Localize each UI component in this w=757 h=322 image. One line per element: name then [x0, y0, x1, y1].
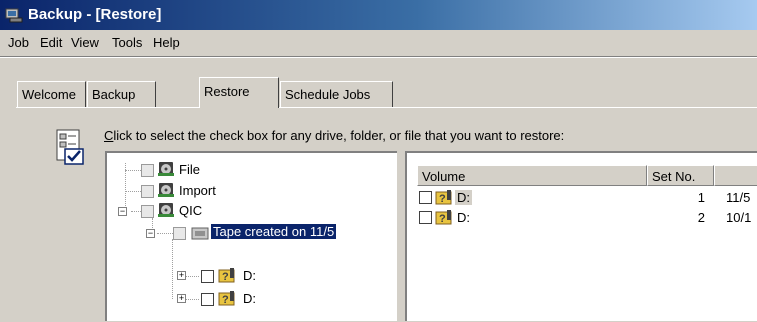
collapse-icon[interactable]: −	[146, 229, 155, 238]
svg-text:?: ?	[439, 193, 446, 205]
instruction-text: Click to select the check box for any dr…	[104, 128, 564, 143]
tree-node-qic[interactable]: QIC	[179, 203, 202, 218]
tree-checkbox-drive-1[interactable]	[201, 270, 214, 283]
window-title: Backup - [Restore]	[28, 6, 162, 23]
volume-list[interactable]: Volume Set No. ? D: 1 11/5 ? D: 2 10/1	[405, 151, 757, 321]
tree-checkbox-tape[interactable]	[173, 227, 186, 240]
drive-question-icon: ?	[218, 268, 235, 283]
restore-wizard-icon	[56, 129, 84, 165]
tab-restore-label: Restore	[204, 84, 250, 99]
tree-node-drive-1[interactable]: D:	[243, 268, 256, 283]
media-icon	[158, 183, 174, 197]
tree-checkbox-qic[interactable]	[141, 205, 154, 218]
tab-schedule-jobs[interactable]: Schedule Jobs	[280, 81, 393, 107]
svg-text:?: ?	[439, 213, 446, 225]
tree-node-file[interactable]: File	[179, 162, 200, 177]
backup-app-icon[interactable]	[5, 7, 23, 23]
tree-line	[131, 211, 141, 213]
title-bar[interactable]: Backup - [Restore]	[0, 0, 757, 30]
list-cell-date: 11/5	[726, 190, 751, 205]
tree-line	[125, 170, 141, 172]
list-cell-set-no: 2	[697, 210, 705, 225]
tab-welcome[interactable]: Welcome	[17, 81, 86, 107]
list-cell-date: 10/1	[726, 210, 752, 225]
instruction-rest: lick to select the check box for any dri…	[113, 128, 565, 143]
tree-node-tape[interactable]: Tape created on 11/5	[211, 224, 337, 239]
tab-restore[interactable]: Restore	[199, 77, 279, 108]
menu-bar: Job Edit View Tools Help	[0, 32, 757, 54]
expand-icon[interactable]: +	[177, 271, 186, 280]
tree-node-drive-2[interactable]: D:	[243, 291, 256, 306]
tree-node-import[interactable]: Import	[179, 183, 216, 198]
list-cell-set-no: 1	[697, 190, 705, 205]
tree-line	[125, 191, 141, 193]
media-icon	[158, 162, 174, 176]
menu-edit[interactable]: Edit	[40, 35, 62, 50]
tree-line	[185, 299, 199, 301]
client-highlight	[0, 57, 757, 58]
tab-schedule-jobs-label: Schedule Jobs	[285, 87, 371, 102]
menu-help[interactable]: Help	[153, 35, 180, 50]
column-header-set-no[interactable]: Set No.	[647, 165, 714, 186]
tree-checkbox-drive-2[interactable]	[201, 293, 214, 306]
tab-pane-border	[16, 107, 757, 108]
tab-welcome-label: Welcome	[22, 87, 76, 102]
list-checkbox[interactable]	[419, 211, 432, 224]
svg-text:?: ?	[222, 271, 229, 283]
column-header-volume[interactable]: Volume	[417, 165, 647, 186]
column-header-set-no-label: Set No.	[652, 169, 696, 184]
list-checkbox[interactable]	[419, 191, 432, 204]
collapse-icon[interactable]: −	[118, 207, 127, 216]
tree-line	[157, 233, 173, 235]
expand-icon[interactable]: +	[177, 294, 186, 303]
tree-checkbox-file[interactable]	[141, 164, 154, 177]
tape-icon	[191, 227, 209, 240]
tree-line	[185, 276, 199, 278]
list-row[interactable]: ? D: 1 11/5	[407, 189, 757, 207]
restore-tree[interactable]: File Import − QIC − Tape created on 11/5…	[105, 151, 397, 321]
tab-backup[interactable]: Backup	[87, 81, 156, 107]
menu-view[interactable]: View	[71, 35, 99, 50]
list-cell-volume: D:	[455, 190, 472, 205]
list-row[interactable]: ? D: 2 10/1	[407, 209, 757, 227]
drive-question-icon: ?	[435, 210, 452, 225]
column-header-volume-label: Volume	[422, 169, 466, 184]
tree-line	[172, 239, 174, 299]
instruction-accel: C	[104, 128, 114, 143]
tab-backup-label: Backup	[92, 87, 136, 102]
column-header-date[interactable]	[714, 165, 757, 186]
drive-question-icon: ?	[218, 291, 235, 306]
svg-text:?: ?	[222, 294, 229, 306]
tree-checkbox-import[interactable]	[141, 185, 154, 198]
menu-job[interactable]: Job	[8, 35, 29, 50]
list-cell-volume: D:	[457, 210, 470, 225]
menu-tools[interactable]: Tools	[112, 35, 142, 50]
media-icon	[158, 203, 174, 217]
drive-question-icon: ?	[435, 190, 452, 205]
